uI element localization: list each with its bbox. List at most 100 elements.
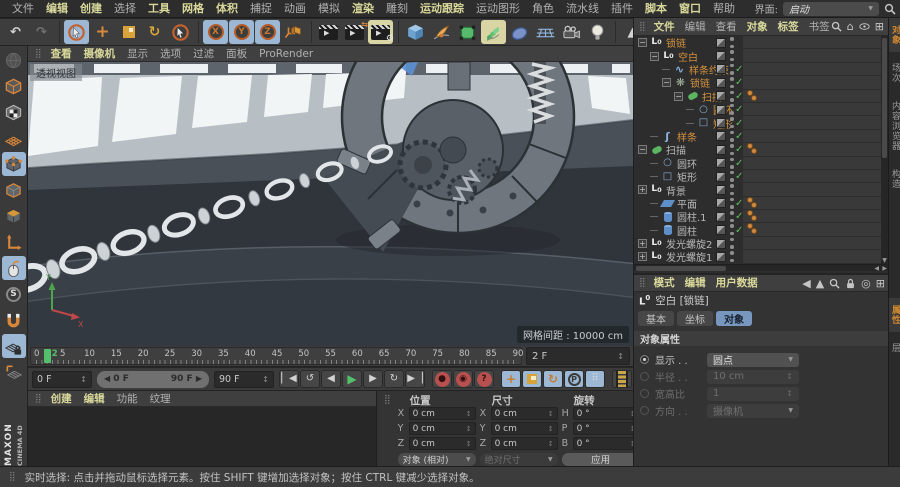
side-tab-层[interactable]: 层 — [889, 336, 900, 360]
tab-对象[interactable]: 对象 — [716, 311, 752, 326]
menu-item-10[interactable]: 模拟 — [312, 0, 346, 18]
expand-icon[interactable]: + — [638, 252, 647, 262]
viewport-solo-button[interactable] — [1, 256, 26, 280]
layer-color-box[interactable] — [716, 131, 726, 142]
render-view-button[interactable] — [316, 20, 341, 44]
scrollbar-thumb[interactable] — [636, 266, 726, 271]
home-icon[interactable]: ⌂ — [847, 21, 854, 32]
enabled-check-icon[interactable]: ✓ — [735, 118, 743, 129]
polygons-mode-button[interactable] — [2, 204, 26, 228]
tab-坐标[interactable]: 坐标 — [677, 311, 713, 326]
enabled-check-icon[interactable]: ✓ — [735, 64, 743, 75]
om-menu-item-3[interactable]: 查看 — [711, 18, 742, 36]
om-menu-item-2[interactable]: 编辑 — [680, 18, 711, 36]
spinner-icon[interactable]: ↕ — [617, 352, 624, 361]
points-mode-button[interactable] — [1, 152, 26, 176]
layer-color-box[interactable] — [716, 64, 726, 75]
lock-y-axis-button[interactable]: Y — [229, 20, 254, 44]
visibility-dots[interactable] — [730, 117, 734, 129]
model-mode-button[interactable] — [2, 74, 26, 98]
render-settings-button[interactable]: ⚙ — [368, 20, 394, 44]
add-deformer-button[interactable] — [507, 20, 532, 44]
material-menu-item-2[interactable]: 编辑 — [78, 391, 111, 407]
layer-color-box[interactable] — [716, 144, 726, 155]
goto-start-button[interactable]: ▏◀ — [279, 370, 299, 388]
move-button[interactable]: + — [90, 20, 115, 44]
menu-item-2[interactable]: 编辑 — [40, 0, 74, 18]
scroll-down-icon[interactable]: ▼ — [881, 257, 888, 264]
tag-dots-icon[interactable] — [747, 196, 757, 208]
enabled-check-icon[interactable]: ✓ — [735, 104, 743, 115]
visibility-dots[interactable] — [730, 63, 734, 75]
coord-input[interactable]: 0 °↕ — [572, 407, 640, 420]
prev-frame-button[interactable]: ◀ — [321, 370, 341, 388]
field-dropdown[interactable]: 圆点 ▼ — [707, 352, 799, 367]
menu-item-11[interactable]: 渲染 — [346, 0, 380, 18]
view-label[interactable]: 透视视图 — [30, 64, 82, 81]
preview-range-button[interactable] — [612, 370, 632, 388]
layer-color-box[interactable] — [716, 37, 726, 48]
layer-color-box[interactable] — [716, 184, 726, 195]
object-row-圆柱.1[interactable]: 圆柱.1 ✓ — [634, 210, 882, 224]
add-light-button[interactable] — [585, 20, 610, 44]
drag-grip-icon[interactable]: ⣿ — [384, 395, 391, 466]
coord-mode-dropdown[interactable]: 对象 (相对) ▼ — [397, 452, 476, 466]
visibility-dots[interactable] — [730, 157, 734, 169]
next-key-button[interactable]: ↻ — [384, 370, 404, 388]
material-menu-item-3[interactable]: 功能 — [111, 391, 144, 407]
rotate-button[interactable]: ↻ — [142, 20, 167, 44]
side-tab-内容浏览器[interactable]: 内容浏览器 — [889, 94, 900, 158]
add-panel-icon[interactable]: ⊞ — [875, 21, 884, 32]
om-menu-item-1[interactable]: 文件 — [649, 18, 680, 36]
layer-color-box[interactable] — [716, 91, 726, 102]
viewport-menu-item-2[interactable]: 摄像机 — [78, 46, 122, 62]
collapse-icon[interactable]: − — [638, 145, 647, 155]
layer-color-box[interactable] — [716, 198, 726, 209]
layer-color-box[interactable] — [716, 158, 726, 169]
drag-grip-icon[interactable]: ⣿ — [35, 394, 42, 404]
side-tab-场次[interactable]: 场次 — [889, 56, 900, 90]
record-scale-button[interactable] — [522, 370, 542, 388]
viewport-menu-item-4[interactable]: 选项 — [154, 46, 187, 62]
collapse-icon[interactable]: − — [662, 78, 671, 88]
horizontal-scrollbar[interactable]: ◀ ▶ — [634, 264, 889, 272]
texture-mode-button[interactable] — [2, 100, 26, 124]
scroll-left-icon[interactable]: ◀ — [874, 265, 879, 272]
enabled-check-icon[interactable]: ✓ — [735, 158, 743, 169]
keyframe-options-button[interactable]: ? — [474, 370, 494, 388]
drag-grip-icon[interactable]: ⣿ — [35, 49, 42, 59]
object-row-背景[interactable]: + L 0 背景 — [634, 183, 882, 198]
apply-button[interactable]: 应用 — [561, 452, 640, 466]
visibility-dots[interactable] — [730, 144, 734, 156]
side-tab-构造[interactable]: 构造 — [889, 162, 900, 196]
object-row-矩形[interactable]: □矩形✓ — [634, 116, 882, 131]
menu-item-17[interactable]: 插件 — [605, 0, 639, 18]
play-button[interactable]: ▶ — [342, 370, 362, 388]
om-menu-item-5[interactable]: 标签 — [773, 18, 804, 36]
next-frame-button[interactable]: ▶ — [363, 370, 383, 388]
visibility-dots[interactable] — [730, 37, 734, 48]
am-menu-item-3[interactable]: 用户数据 — [711, 275, 763, 292]
vertical-scrollbar[interactable]: ▼ — [881, 36, 888, 264]
add-panel-icon[interactable]: ⊞ — [876, 278, 885, 289]
enabled-check-icon[interactable]: ✓ — [735, 198, 743, 209]
lock-icon[interactable] — [845, 278, 856, 289]
spinner-icon[interactable]: ↕ — [262, 375, 269, 384]
object-row-矩形[interactable]: □矩形✓ — [634, 169, 882, 184]
menu-item-20[interactable]: 帮助 — [707, 0, 741, 18]
coordinate-system-button[interactable] — [281, 20, 306, 44]
object-row-锁链[interactable]: − ❋ 锁链 ✓ — [634, 76, 882, 90]
current-frame-field[interactable]: 2 F ↕ — [526, 347, 630, 365]
visibility-dots[interactable] — [730, 184, 734, 196]
convert-object-button[interactable] — [2, 48, 26, 72]
interface-dropdown[interactable]: 启动 ▼ — [783, 1, 879, 16]
menu-item-15[interactable]: 角色 — [526, 0, 560, 18]
scale-button[interactable] — [116, 20, 141, 44]
search-icon[interactable] — [884, 3, 896, 15]
enabled-check-icon[interactable]: ✓ — [735, 171, 743, 182]
menu-item-6[interactable]: 网格 — [176, 0, 210, 18]
autokey-button[interactable]: ◉ — [453, 370, 473, 388]
menu-item-7[interactable]: 体积 — [210, 0, 244, 18]
object-row-发光螺旋2[interactable]: + L 0 发光螺旋2 — [634, 236, 882, 251]
object-row-发光螺旋1[interactable]: + L 0 发光螺旋1 — [634, 250, 882, 264]
